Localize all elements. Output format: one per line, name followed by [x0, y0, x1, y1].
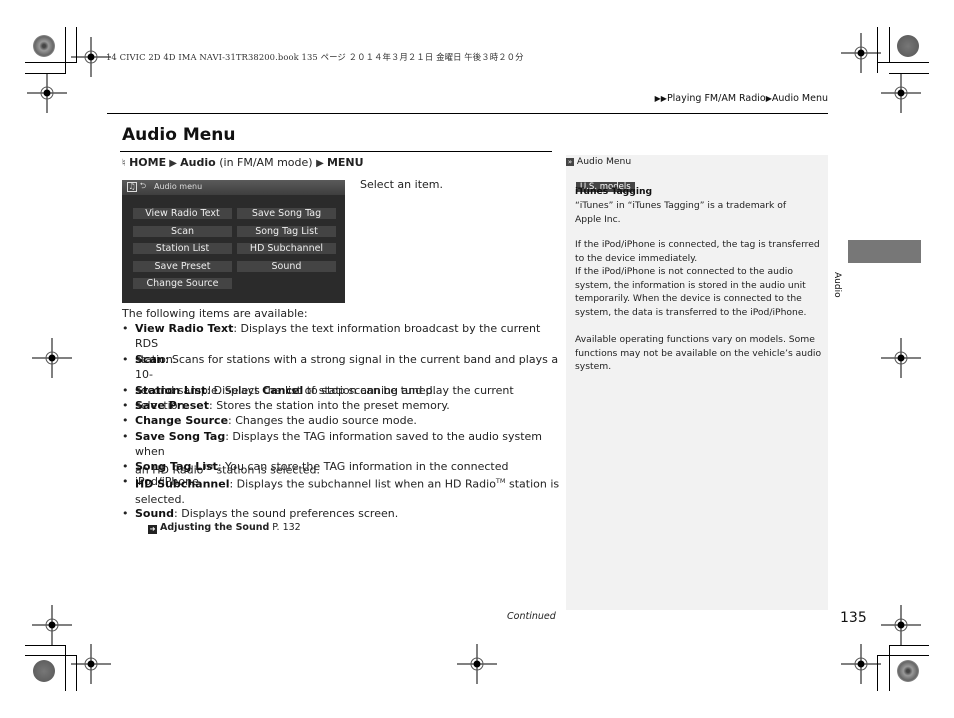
menu-view-radio-text[interactable]: View Radio Text: [133, 208, 232, 219]
registration-disk-icon: [33, 35, 55, 57]
bullet: •: [122, 430, 129, 443]
bullet: •: [122, 460, 129, 473]
bullet: •: [122, 399, 129, 412]
screen-title: Audio menu: [154, 182, 203, 191]
title-rule: [120, 151, 552, 152]
bullet: •: [122, 475, 129, 488]
registration-disk-icon: [33, 660, 55, 682]
breadcrumb-current: Audio Menu: [771, 93, 828, 104]
crosshair-icon: [71, 644, 111, 684]
arrow-ref-icon: ➜: [148, 525, 157, 534]
cross-reference-page: P. 132: [269, 522, 301, 533]
menu-song-tag-list[interactable]: Song Tag List: [237, 226, 336, 237]
print-header: 14 CIVIC 2D 4D IMA NAVI-31TR38200.book 1…: [106, 52, 524, 62]
back-icon: ⮌: [139, 181, 147, 190]
breadcrumb-parent[interactable]: Playing FM/AM Radio: [667, 93, 766, 104]
cross-reference-label[interactable]: Adjusting the Sound: [160, 522, 269, 533]
menu-scan[interactable]: Scan: [133, 226, 232, 237]
crosshair-icon: [32, 338, 72, 378]
crosshair-icon: [841, 644, 881, 684]
page-title: Audio Menu: [122, 125, 236, 145]
registration-disk-icon: [897, 660, 919, 682]
menu-save-song-tag[interactable]: Save Song Tag: [237, 208, 336, 219]
crosshair-icon: [457, 644, 497, 684]
breadcrumb-arrows: ▶▶: [654, 94, 667, 103]
menu-hd-subchannel[interactable]: HD Subchannel: [237, 243, 336, 254]
page-number: 135: [840, 610, 867, 626]
list-item: Sound: Displays the sound preferences sc…: [135, 507, 399, 520]
nav-path: ♮ HOME ▶ Audio (in FM/AM mode) ▶ MENU: [122, 156, 364, 169]
intro-text: The following items are available:: [122, 307, 308, 320]
menu-save-preset[interactable]: Save Preset: [133, 261, 232, 272]
items-list: The following items are available: • Vie…: [122, 306, 562, 546]
crosshair-icon: [71, 37, 111, 77]
select-instruction: Select an item.: [360, 178, 443, 191]
continued-label: Continued: [507, 611, 556, 622]
nav-menu: MENU: [326, 156, 364, 169]
crosshair-icon: [841, 33, 881, 73]
nav-audio: Audio: [180, 156, 216, 169]
crosshair-icon: [32, 605, 72, 645]
bullet: •: [122, 414, 129, 427]
side-heading: » Audio Menu: [566, 156, 632, 167]
music-note-icon: ♫: [127, 182, 137, 192]
audio-menu-screenshot: ♫ ⮌ Audio menu View Radio Text Scan Stat…: [122, 180, 345, 303]
menu-sound[interactable]: Sound: [237, 261, 336, 272]
trademark-note: “iTunes” in “iTunes Tagging” is a tradem…: [575, 200, 787, 225]
list-item: Change Source: Changes the audio source …: [135, 414, 417, 427]
screen-title-bar: ♫ ⮌ Audio menu: [122, 180, 345, 195]
side-note-panel: » Audio Menu U.S. models iTunes Tagging …: [566, 155, 828, 610]
crosshair-icon: [27, 73, 67, 113]
menu-change-source[interactable]: Change Source: [133, 278, 232, 289]
breadcrumb: ▶▶Playing FM/AM Radio▶Audio Menu: [655, 93, 828, 104]
list-item: Station List: Displays the list of stati…: [135, 384, 437, 397]
bullet: •: [122, 353, 129, 366]
registration-disk-icon: [897, 35, 919, 57]
list-item: HD Subchannel: Displays the subchannel l…: [135, 477, 560, 506]
section-tab-label: Audio: [832, 272, 842, 298]
crosshair-icon: [881, 73, 921, 113]
voice-control-icon: ♮: [122, 158, 126, 169]
side-subheading: iTunes Tagging: [575, 186, 653, 197]
crosshair-icon: [881, 338, 921, 378]
crosshair-icon: [881, 605, 921, 645]
list-item: Save Preset: Stores the station into the…: [135, 399, 450, 412]
header-rule: [107, 113, 828, 114]
availability-note: Available operating functions vary on mo…: [575, 334, 822, 373]
bullet: •: [122, 322, 129, 335]
section-tab[interactable]: [848, 240, 921, 263]
bullet: •: [122, 507, 129, 520]
bullet: •: [122, 384, 129, 397]
transfer-note: If the iPod/iPhone is connected, the tag…: [575, 239, 820, 318]
menu-station-list[interactable]: Station List: [133, 243, 232, 254]
double-chevron-icon: »: [566, 158, 574, 166]
nav-mode: (in FM/AM mode): [215, 156, 317, 169]
cross-reference[interactable]: ➜ Adjusting the Sound P. 132: [148, 520, 301, 535]
nav-home: HOME: [129, 156, 167, 169]
